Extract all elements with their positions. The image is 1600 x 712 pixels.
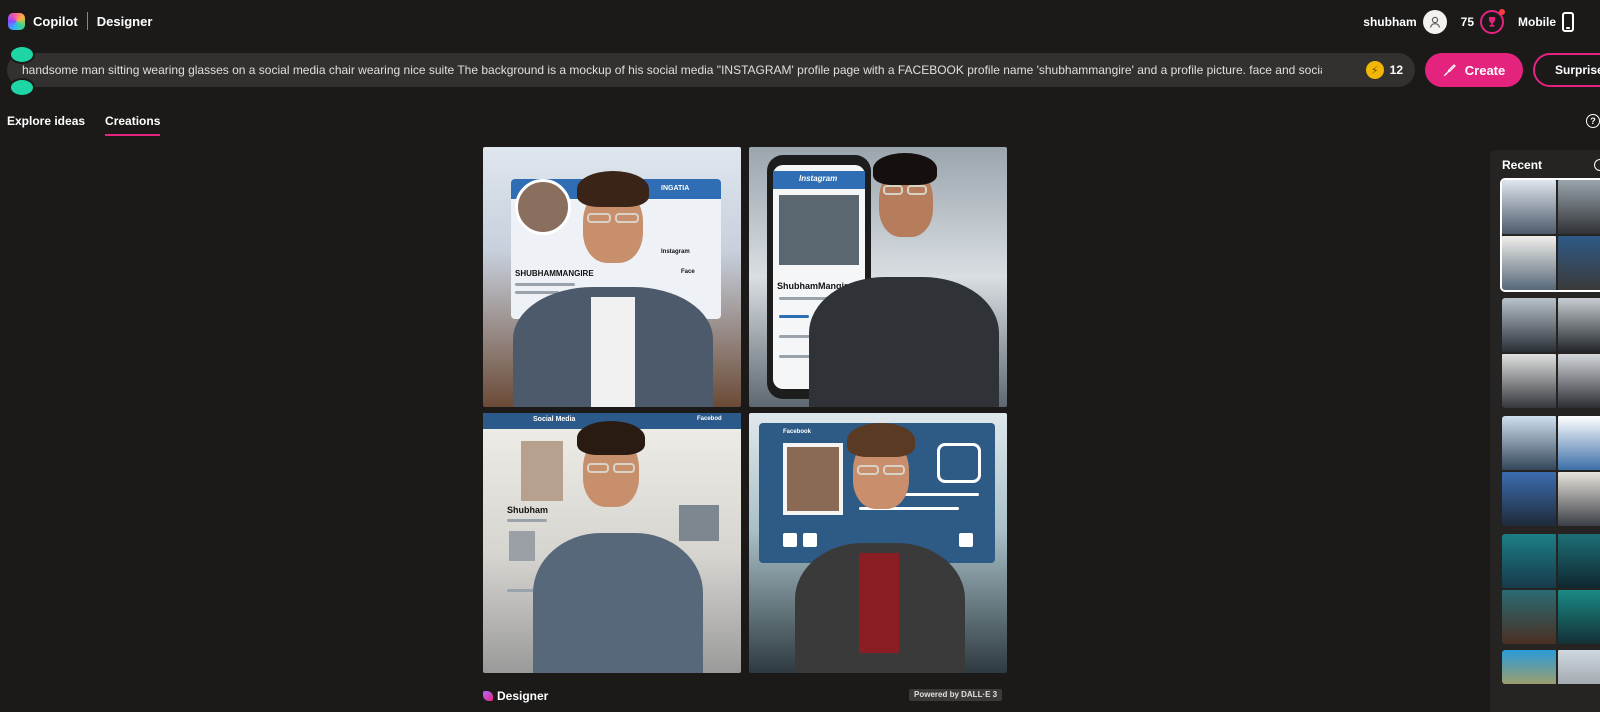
boost-bolt-icon: ⚡	[1365, 61, 1384, 79]
rewards-trophy-icon[interactable]	[1480, 9, 1505, 34]
user-area: shubham 75 Mobile	[1363, 9, 1600, 34]
create-label: Create	[1464, 62, 1506, 78]
tab-bar: Explore ideas Creations	[7, 114, 161, 136]
profile-header-text: INGATIA	[661, 185, 690, 192]
prompt-text[interactable]: handsome man sitting wearing glasses on …	[22, 63, 1322, 77]
recent-info-icon[interactable]	[1594, 159, 1600, 171]
tab-creations[interactable]: Creations	[105, 114, 161, 136]
tab-explore-ideas[interactable]: Explore ideas	[7, 114, 85, 136]
generated-image-4[interactable]: Facebook	[749, 413, 1007, 673]
top-bar: Copilot Designer shubham 75 Mobile	[0, 0, 1600, 44]
create-button[interactable]: Create	[1425, 53, 1523, 87]
prompt-input[interactable]: handsome man sitting wearing glasses on …	[7, 53, 1415, 87]
recent-item[interactable]	[1502, 416, 1600, 526]
social-media-title: Social Media	[533, 416, 576, 423]
designer-footer-brand: Designer	[483, 689, 548, 703]
generated-image-3[interactable]: Social Media Facebod Shubham	[483, 413, 741, 673]
profile-name-text: Shubham	[507, 505, 549, 515]
prompt-row: handsome man sitting wearing glasses on …	[7, 53, 1600, 87]
surprise-me-button[interactable]: Surprise Me	[1533, 53, 1600, 87]
instagram-header-text: Instagram	[799, 174, 838, 183]
boost-count: 12	[1389, 63, 1403, 77]
generated-image-1[interactable]: SHUBHAMMANGIRE INGATIA Instagram Face	[483, 147, 741, 407]
profile-name-text: SHUBHAMMANGIRE	[515, 269, 594, 278]
brand-divider	[86, 12, 88, 30]
brand-name[interactable]: Copilot	[33, 14, 78, 29]
facebook-header-text: Facebook	[783, 429, 812, 435]
recent-item[interactable]	[1502, 298, 1600, 408]
recent-title: Recent	[1502, 158, 1543, 172]
designer-logo-icon	[483, 691, 493, 701]
prompt-resize-handle-top[interactable]	[11, 47, 33, 62]
recent-panel: Recent	[1490, 150, 1600, 712]
mobile-phone-icon[interactable]	[1562, 12, 1574, 32]
face-label: Face	[681, 269, 695, 275]
rewards-points[interactable]: 75	[1461, 15, 1474, 29]
instagram-label: Instagram	[661, 249, 690, 255]
copilot-logo-icon[interactable]	[8, 12, 25, 30]
recent-item[interactable]	[1500, 178, 1600, 292]
prompt-resize-handle-bottom[interactable]	[11, 80, 33, 95]
create-brush-icon	[1443, 64, 1456, 77]
notification-dot	[1499, 9, 1505, 15]
help-icon[interactable]: ?	[1586, 114, 1600, 128]
boost-counter[interactable]: ⚡ 12	[1365, 60, 1403, 80]
image-gallery: SHUBHAMMANGIRE INGATIA Instagram Face In…	[483, 147, 1007, 673]
brand: Copilot Designer	[8, 12, 152, 30]
designer-footer-label: Designer	[497, 689, 549, 703]
generated-image-2[interactable]: Instagram ShubhamMangir	[749, 147, 1007, 407]
recent-item[interactable]	[1502, 650, 1600, 684]
user-avatar-icon[interactable]	[1422, 10, 1447, 34]
facebook-label: Facebod	[697, 416, 722, 422]
product-name[interactable]: Designer	[97, 14, 153, 29]
powered-by-badge: Powered by DALL·E 3	[909, 689, 1003, 701]
username[interactable]: shubham	[1363, 15, 1416, 29]
mobile-label[interactable]: Mobile	[1518, 15, 1556, 29]
recent-item[interactable]	[1502, 534, 1600, 644]
